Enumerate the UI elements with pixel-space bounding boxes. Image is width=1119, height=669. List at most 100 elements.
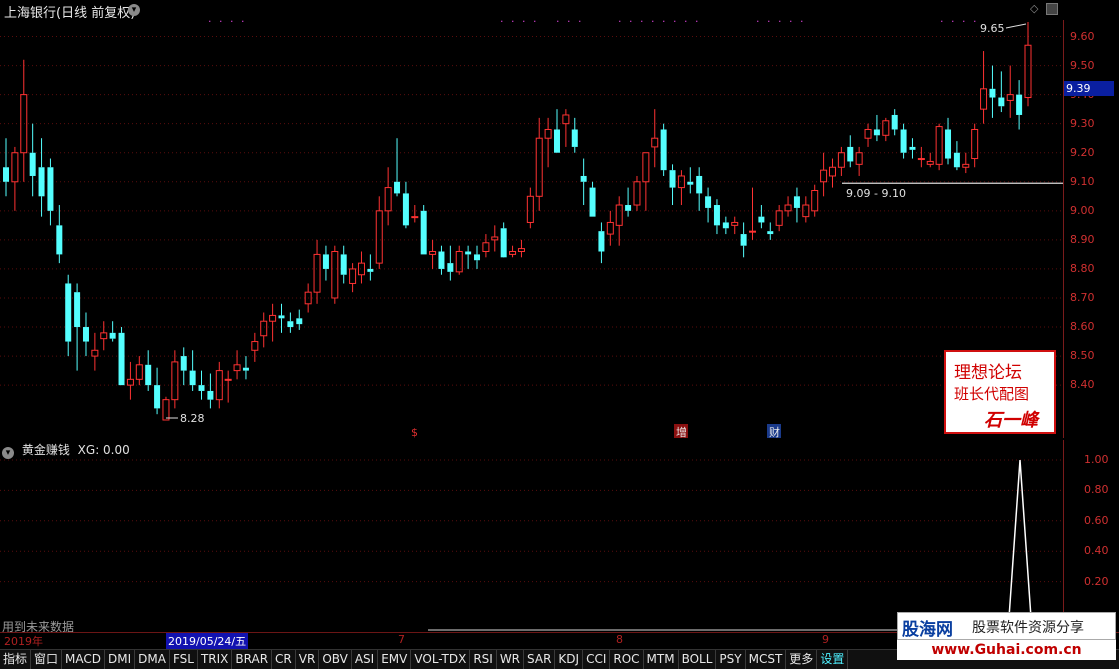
candle[interactable] [758,205,765,229]
candle[interactable] [313,239,321,304]
candle[interactable] [296,309,303,330]
candle[interactable] [847,135,854,168]
candle[interactable] [687,167,694,194]
candle[interactable] [82,312,89,357]
tab-rsi[interactable]: RSI [470,650,497,669]
candle[interactable] [65,274,72,357]
candle[interactable] [526,187,534,229]
candle[interactable] [517,239,525,258]
candle[interactable] [429,239,437,269]
candle[interactable] [749,187,757,240]
candle[interactable] [926,152,934,168]
candle[interactable] [189,350,196,391]
candle[interactable] [731,216,739,235]
candle[interactable] [509,245,517,258]
candle[interactable] [705,187,712,223]
tab-asi[interactable]: ASI [352,650,379,669]
tab-指标[interactable]: 指标 [0,650,32,669]
diamond-icon[interactable]: ◇ [1030,2,1038,15]
candle[interactable] [135,356,143,386]
candle[interactable] [571,117,578,153]
candle[interactable] [162,396,170,421]
candle[interactable] [562,109,570,147]
tab-cci[interactable]: CCI [583,650,611,669]
candle[interactable] [357,251,365,284]
indicator-chart[interactable] [0,440,1064,632]
tab-obv[interactable]: OBV [319,650,352,669]
tab-boll[interactable]: BOLL [679,650,717,669]
candle[interactable] [154,367,161,415]
candle[interactable] [465,245,472,269]
candle[interactable] [953,141,960,171]
candle[interactable] [224,370,232,403]
candle[interactable] [722,216,729,235]
candle[interactable] [145,350,152,391]
candle[interactable] [269,303,277,342]
candle[interactable] [535,117,543,211]
tab-wr[interactable]: WR [497,650,525,669]
candle[interactable] [375,196,383,269]
candle[interactable] [589,181,596,217]
tab-dmi[interactable]: DMI [105,650,136,669]
candle[interactable] [118,327,125,386]
candle[interactable] [11,146,19,211]
tab-窗口[interactable]: 窗口 [31,650,63,669]
candle[interactable] [447,245,454,281]
candle[interactable] [837,146,845,176]
tab-trix[interactable]: TRIX [198,650,233,669]
candle[interactable] [438,245,445,275]
candle[interactable] [242,356,249,380]
candle[interactable] [900,123,907,159]
candle[interactable] [633,175,641,211]
candle[interactable] [909,138,916,159]
candle[interactable] [767,222,774,240]
candle[interactable] [935,123,943,171]
candle[interactable] [56,205,63,264]
candle[interactable] [669,164,676,206]
candle[interactable] [47,158,54,226]
candle[interactable] [402,181,409,229]
candle[interactable] [660,123,667,176]
tab-mtm[interactable]: MTM [644,650,679,669]
candle[interactable] [917,146,925,168]
tab-brar[interactable]: BRAR [232,650,273,669]
candle[interactable] [971,123,979,168]
tab-macd[interactable]: MACD [62,650,106,669]
window-restore-icon[interactable] [1046,3,1058,15]
candle[interactable] [598,222,605,264]
candle[interactable] [411,205,419,223]
candle[interactable] [962,152,970,174]
tab-dma[interactable]: DMA [135,650,170,669]
candle[interactable] [207,373,214,409]
tab-vol-tdx[interactable]: VOL-TDX [411,650,471,669]
candle[interactable] [998,71,1005,113]
tab-fsl[interactable]: FSL [170,650,198,669]
candle[interactable] [20,59,28,182]
candle[interactable] [713,199,720,235]
candle[interactable] [740,222,747,258]
candle[interactable] [989,65,996,118]
candle[interactable] [820,152,828,197]
tab-cr[interactable]: CR [272,650,296,669]
candle[interactable] [455,245,463,275]
candle[interactable] [580,158,587,206]
candle[interactable] [544,117,552,168]
candle[interactable] [420,205,427,255]
tab-sar[interactable]: SAR [524,650,556,669]
candle[interactable] [251,332,259,362]
candle[interactable] [642,152,650,211]
tab-更多[interactable]: 更多 [786,650,818,669]
candle[interactable] [198,370,205,400]
candle[interactable] [394,138,401,197]
event-marker[interactable]: 财 [767,424,781,438]
candle[interactable] [340,245,347,284]
tab-roc[interactable]: ROC [610,650,644,669]
candle[interactable] [331,245,339,304]
candle[interactable] [553,109,560,153]
candle[interactable] [491,225,499,252]
candle[interactable] [828,158,836,188]
candle[interactable] [945,117,952,165]
candle[interactable] [882,117,890,142]
candle[interactable] [615,196,623,246]
event-marker[interactable]: 增 [674,424,688,438]
